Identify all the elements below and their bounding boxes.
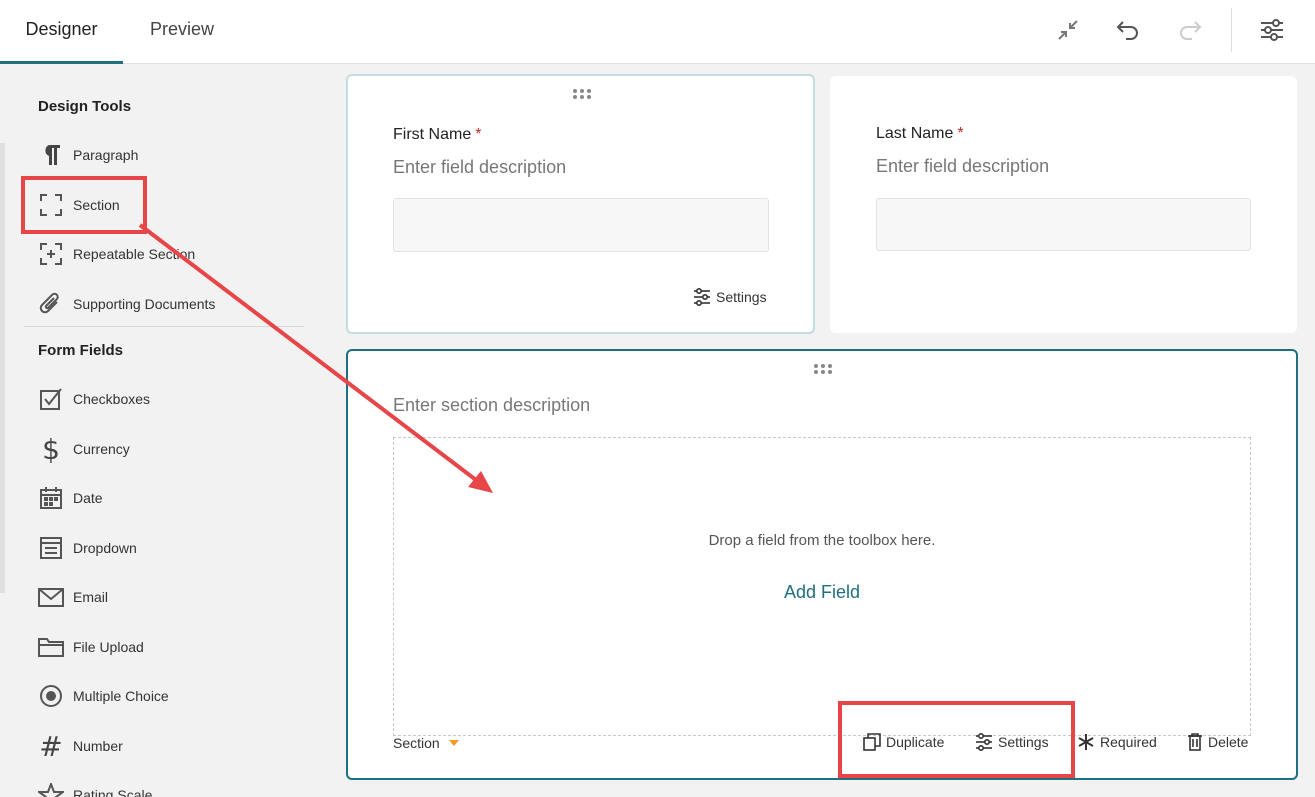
field-label: Multiple Choice [73, 688, 169, 704]
star-icon [36, 780, 66, 797]
section-icon [36, 190, 66, 220]
toolbar-divider [1231, 8, 1232, 52]
first-name-label: First Name * [393, 126, 482, 143]
section-dropzone[interactable]: Drop a field from the toolbox here. Add … [393, 437, 1251, 736]
first-name-field-card[interactable]: First Name * Enter field description Sett… [346, 74, 815, 334]
radio-icon [36, 681, 66, 711]
section-card[interactable]: Enter section description Drop a field f… [346, 349, 1298, 780]
tool-paragraph[interactable]: Paragraph [36, 139, 306, 171]
tab-preview[interactable]: Preview [150, 0, 214, 64]
field-label: Date [73, 490, 103, 506]
last-name-input[interactable] [876, 198, 1251, 251]
field-number[interactable]: # Number [36, 729, 306, 763]
tool-supporting-documents[interactable]: Supporting Documents [36, 288, 306, 320]
folder-icon [36, 632, 66, 662]
field-email[interactable]: Email [36, 581, 306, 613]
tool-label: Section [73, 197, 120, 213]
field-label: Email [73, 589, 109, 605]
section-settings-button[interactable]: Settings [975, 733, 1049, 751]
settings-icon [976, 733, 992, 751]
settings-icon [694, 288, 710, 306]
tool-label: Paragraph [73, 147, 139, 163]
tool-section[interactable]: Section [36, 189, 306, 221]
field-dropdown[interactable]: Dropdown [36, 532, 306, 564]
duplicate-icon [863, 733, 881, 751]
field-label: Rating Scale [73, 787, 153, 797]
collapse-icon[interactable] [1048, 12, 1088, 48]
last-name-field-card[interactable]: Last Name * Enter field description [830, 76, 1297, 333]
dropdown-icon [36, 533, 66, 563]
last-name-description[interactable]: Enter field description [876, 156, 1049, 177]
add-field-link[interactable]: Add Field [394, 582, 1250, 603]
required-asterisk: * [957, 125, 964, 142]
asterisk-icon [1078, 734, 1094, 750]
tool-label: Repeatable Section [73, 246, 196, 262]
field-label: File Upload [73, 639, 144, 655]
redo-icon[interactable] [1170, 12, 1210, 48]
field-label: Number [73, 738, 123, 754]
dollar-icon: $ [42, 432, 60, 466]
first-name-input[interactable] [393, 198, 769, 252]
paperclip-icon [36, 289, 66, 319]
last-name-label: Last Name * [876, 125, 964, 142]
tool-label: Supporting Documents [73, 296, 216, 312]
delete-button[interactable]: Delete [1187, 733, 1248, 751]
drag-handle-icon[interactable] [572, 88, 592, 100]
field-label: Currency [73, 441, 130, 457]
field-multiple-choice[interactable]: Multiple Choice [36, 680, 306, 712]
caret-down-icon [448, 740, 459, 746]
hash-icon: # [39, 729, 63, 763]
checkbox-icon [36, 384, 66, 414]
tool-repeatable-section[interactable]: Repeatable Section [36, 238, 306, 270]
section-type-dropdown[interactable]: Section [393, 735, 459, 751]
field-rating-scale[interactable]: Rating Scale [36, 779, 306, 797]
field-label: Checkboxes [73, 391, 151, 407]
form-settings-icon[interactable] [1252, 12, 1292, 48]
top-bar: Designer Preview [0, 0, 1315, 64]
design-tools-heading: Design Tools [38, 98, 132, 115]
envelope-icon [36, 582, 66, 612]
sidebar-scrollbar[interactable] [0, 143, 5, 593]
tab-designer[interactable]: Designer [0, 0, 123, 64]
dropzone-hint: Drop a field from the toolbox here. [708, 532, 936, 549]
first-name-settings-button[interactable]: Settings [693, 288, 767, 306]
field-checkboxes[interactable]: Checkboxes [36, 383, 306, 415]
trash-icon [1188, 733, 1202, 751]
first-name-description[interactable]: Enter field description [393, 157, 566, 178]
form-fields-heading: Form Fields [38, 342, 124, 359]
drag-handle-icon[interactable] [813, 363, 833, 375]
field-file-upload[interactable]: File Upload [36, 631, 306, 663]
field-label: Dropdown [73, 540, 137, 556]
calendar-icon [36, 483, 66, 513]
section-description[interactable]: Enter section description [393, 395, 590, 416]
required-asterisk: * [475, 126, 482, 143]
required-toggle[interactable]: Required [1077, 733, 1157, 751]
undo-icon[interactable] [1108, 12, 1148, 48]
sidebar-divider [24, 326, 304, 327]
duplicate-button[interactable]: Duplicate [863, 733, 944, 751]
paragraph-icon [36, 140, 66, 170]
repeatable-section-icon [36, 239, 66, 269]
field-date[interactable]: Date [36, 482, 306, 514]
field-currency[interactable]: $ Currency [36, 432, 306, 466]
